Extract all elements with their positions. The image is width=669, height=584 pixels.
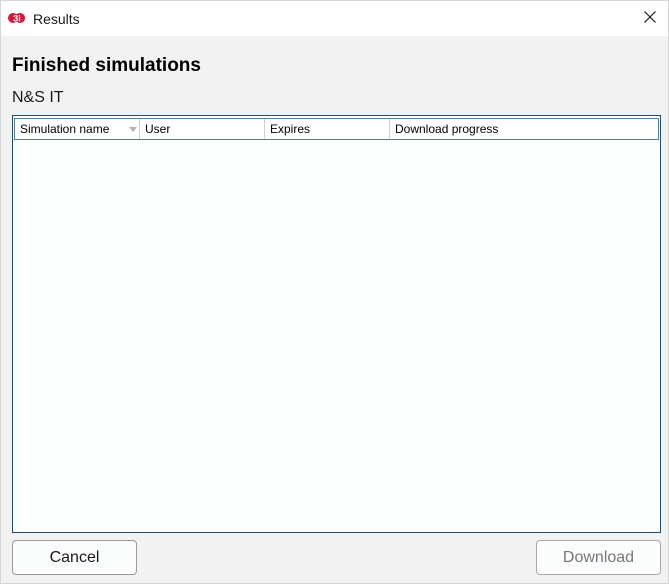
column-header-label: Expires [270, 122, 311, 136]
page-subtitle: N&S IT [12, 89, 64, 106]
download-button[interactable]: Download [536, 540, 661, 575]
close-button[interactable] [635, 5, 665, 32]
window-title: Results [33, 11, 80, 27]
sort-arrow-icon [129, 127, 137, 132]
title-bar: 3i Results [1, 1, 668, 36]
column-header-download-progress[interactable]: Download progress [390, 119, 658, 139]
column-header-label: User [145, 122, 171, 136]
app-logo-icon: 3i [8, 10, 28, 26]
cancel-button[interactable]: Cancel [12, 540, 137, 575]
column-header-simulation-name[interactable]: Simulation name [15, 119, 140, 139]
results-dialog: 3i Results Finished simulations N&S IT S… [0, 0, 669, 584]
list-body[interactable] [14, 141, 659, 531]
column-header-label: Download progress [395, 122, 499, 136]
column-header-expires[interactable]: Expires [265, 119, 390, 139]
close-icon[interactable] [644, 10, 656, 28]
simulations-list[interactable]: Simulation name User Expires Download pr… [12, 115, 661, 533]
column-header-user[interactable]: User [140, 119, 265, 139]
column-header-label: Simulation name [20, 122, 110, 136]
column-header-row: Simulation name User Expires Download pr… [14, 118, 659, 140]
svg-text:3i: 3i [13, 14, 21, 24]
page-title: Finished simulations [12, 55, 201, 76]
